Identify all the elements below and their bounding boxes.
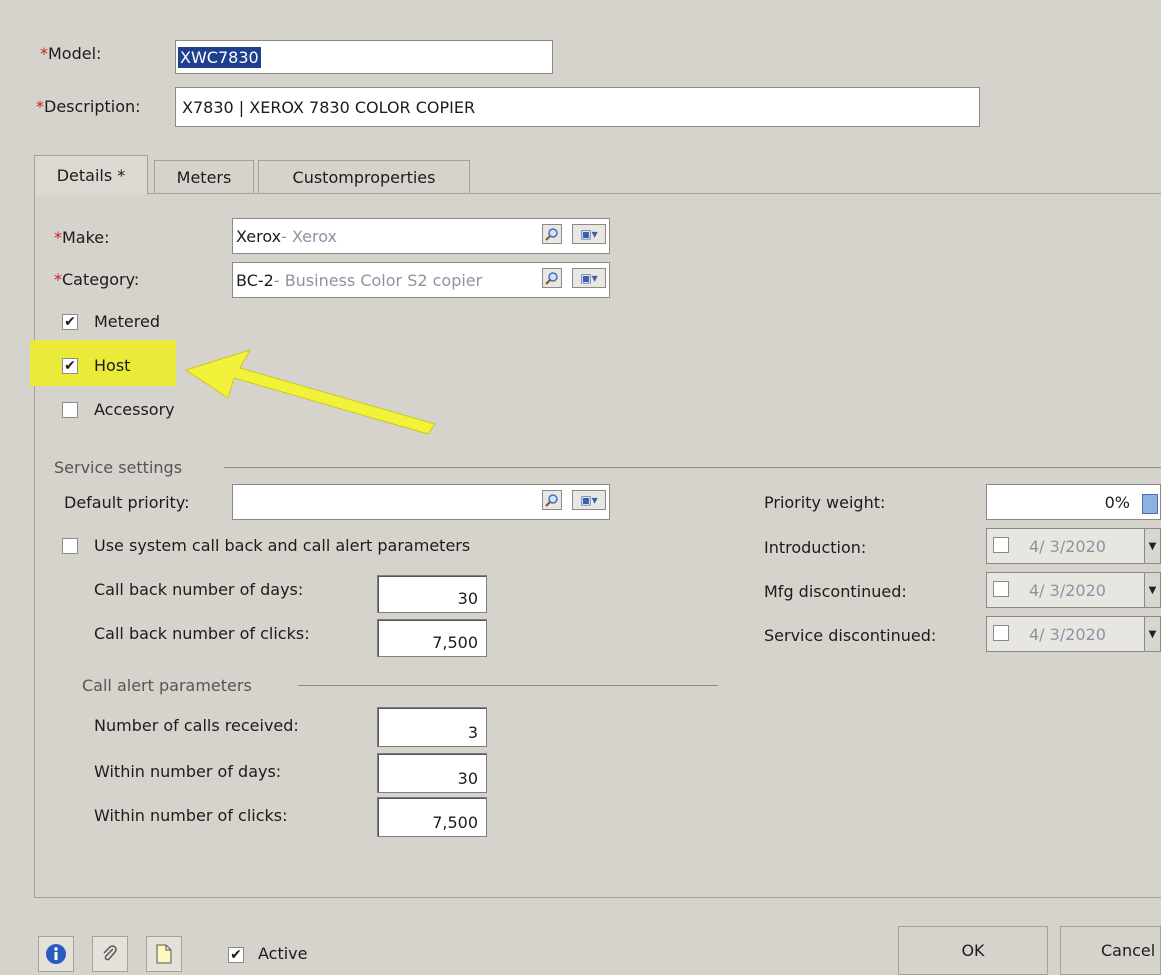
- priority-weight-value: 0%: [1104, 492, 1130, 512]
- mfg-discontinued-checkbox[interactable]: [993, 581, 1009, 597]
- annotation-arrow: [184, 349, 436, 435]
- active-label: Active: [258, 944, 308, 963]
- priority-dropdown-menu-icon[interactable]: ▣▾: [572, 490, 606, 510]
- call-alert-divider: [298, 685, 718, 686]
- service-settings-divider: [224, 467, 1161, 468]
- priority-weight-label: Priority weight:: [764, 493, 886, 512]
- description-input[interactable]: X7830 | XEROX 7830 COLOR COPIER: [175, 87, 980, 127]
- calls-received-value: 3: [467, 723, 478, 742]
- category-dropdown-menu-icon[interactable]: ▣▾: [572, 268, 606, 288]
- service-discontinued-value: 4/ 3/2020: [1029, 624, 1106, 644]
- note-button[interactable]: [146, 936, 182, 972]
- introduction-label: Introduction:: [764, 538, 867, 557]
- cancel-button[interactable]: Cancel: [1060, 926, 1161, 975]
- use-system-checkbox[interactable]: [62, 538, 78, 554]
- note-icon: [156, 944, 172, 964]
- service-discontinued-checkbox[interactable]: [993, 625, 1009, 641]
- introduction-dropdown-icon[interactable]: ▼: [1144, 529, 1160, 563]
- mfg-discontinued-date[interactable]: 4/ 3/2020 ▼: [986, 572, 1161, 608]
- metered-checkbox[interactable]: ✔: [62, 314, 78, 330]
- category-label: *Category:: [54, 270, 140, 289]
- cancel-label: Cancel: [1101, 941, 1156, 960]
- tab-meters-label: Meters: [176, 167, 232, 187]
- priority-lookup-magnifier-icon[interactable]: [542, 490, 562, 510]
- introduction-checkbox[interactable]: [993, 537, 1009, 553]
- category-code: BC-2: [236, 270, 274, 290]
- callback-days-value: 30: [457, 589, 478, 608]
- calls-received-label: Number of calls received:: [94, 716, 299, 735]
- within-clicks-label: Within number of clicks:: [94, 806, 288, 825]
- make-desc: - Xerox: [281, 226, 338, 246]
- tab-details-label: Details *: [56, 166, 126, 185]
- make-label: *Make:: [54, 228, 110, 247]
- calculator-icon[interactable]: [1142, 494, 1158, 514]
- metered-label: Metered: [94, 312, 160, 331]
- within-clicks-input[interactable]: 7,500: [377, 797, 487, 837]
- service-discontinued-date[interactable]: 4/ 3/2020 ▼: [986, 616, 1161, 652]
- callback-clicks-label: Call back number of clicks:: [94, 624, 310, 643]
- priority-weight-input[interactable]: 0%: [986, 484, 1161, 520]
- callback-days-label: Call back number of days:: [94, 580, 304, 599]
- model-label: *Model:: [40, 44, 102, 63]
- accessory-checkbox[interactable]: [62, 402, 78, 418]
- mfg-discontinued-label: Mfg discontinued:: [764, 582, 907, 601]
- make-dropdown-menu-icon[interactable]: ▣▾: [572, 224, 606, 244]
- within-clicks-value: 7,500: [432, 813, 478, 832]
- introduction-value: 4/ 3/2020: [1029, 536, 1106, 556]
- category-lookup-magnifier-icon[interactable]: [542, 268, 562, 288]
- within-days-label: Within number of days:: [94, 762, 282, 781]
- model-input[interactable]: XWC7830: [175, 40, 553, 74]
- call-alert-title: Call alert parameters: [82, 676, 252, 695]
- paperclip-icon: [103, 945, 117, 961]
- make-code: Xerox: [236, 226, 282, 246]
- tab-customproperties-label: Customproperties: [292, 167, 436, 187]
- description-value: X7830 | XEROX 7830 COLOR COPIER: [182, 97, 476, 117]
- service-discontinued-label: Service discontinued:: [764, 626, 937, 645]
- introduction-date[interactable]: 4/ 3/2020 ▼: [986, 528, 1161, 564]
- accessory-label: Accessory: [94, 400, 175, 419]
- tab-customproperties[interactable]: Customproperties: [258, 160, 470, 193]
- within-days-value: 30: [457, 769, 478, 788]
- tab-details[interactable]: Details *: [34, 155, 148, 195]
- ok-button[interactable]: OK: [898, 926, 1048, 975]
- category-desc: - Business Color S2 copier: [273, 270, 483, 290]
- mfg-discontinued-dropdown-icon[interactable]: ▼: [1144, 573, 1160, 607]
- model-value: XWC7830: [178, 46, 261, 68]
- ok-label: OK: [961, 941, 985, 960]
- description-label: *Description:: [36, 97, 141, 116]
- active-checkbox[interactable]: ✔: [228, 947, 244, 963]
- mfg-discontinued-value: 4/ 3/2020: [1029, 580, 1106, 600]
- callback-days-input[interactable]: 30: [377, 575, 487, 613]
- callback-clicks-value: 7,500: [432, 633, 478, 652]
- make-lookup-magnifier-icon[interactable]: [542, 224, 562, 244]
- callback-clicks-input[interactable]: 7,500: [377, 619, 487, 657]
- attachment-button[interactable]: [92, 936, 128, 972]
- tab-meters[interactable]: Meters: [154, 160, 254, 193]
- host-label: Host: [94, 356, 131, 375]
- default-priority-label: Default priority:: [64, 493, 190, 512]
- service-discontinued-dropdown-icon[interactable]: ▼: [1144, 617, 1160, 651]
- within-days-input[interactable]: 30: [377, 753, 487, 793]
- use-system-label: Use system call back and call alert para…: [94, 536, 471, 555]
- host-checkbox[interactable]: ✔: [62, 358, 78, 374]
- info-icon: [46, 944, 66, 964]
- info-button[interactable]: [38, 936, 74, 972]
- calls-received-input[interactable]: 3: [377, 707, 487, 747]
- service-settings-title: Service settings: [54, 458, 183, 477]
